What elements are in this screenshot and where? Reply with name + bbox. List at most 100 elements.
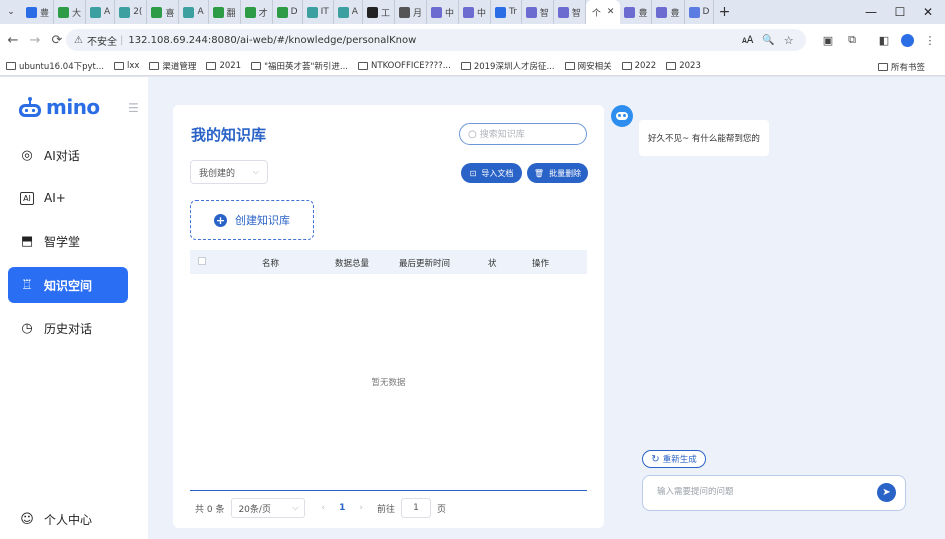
window-minimize-button[interactable]: — bbox=[855, 0, 887, 24]
tab-close-icon[interactable]: ✕ bbox=[607, 7, 615, 17]
security-label[interactable]: 不安全 bbox=[87, 33, 117, 48]
zoom-icon[interactable]: 🔍 bbox=[762, 35, 774, 46]
bookmark-item[interactable]: NTKOOFFICE????... bbox=[358, 61, 451, 71]
current-page[interactable]: 1 bbox=[339, 503, 345, 513]
collapse-sidebar-icon[interactable]: ☰ bbox=[128, 101, 139, 115]
tab-9[interactable]: IT bbox=[303, 0, 334, 24]
tab-label: A bbox=[197, 7, 204, 17]
sidebar-item-history[interactable]: ◷ 历史对话 bbox=[8, 310, 128, 346]
batch-delete-button[interactable]: 🗑 批量删除 bbox=[527, 163, 588, 183]
tab-15[interactable]: Tr bbox=[491, 0, 522, 24]
bookmark-label: 2019深圳人才房征... bbox=[473, 61, 555, 72]
warning-icon[interactable]: ⚠ bbox=[74, 35, 83, 46]
tab-label: 才 bbox=[258, 8, 268, 19]
sidebar-item-academy[interactable]: ⬒ 智学堂 bbox=[8, 223, 128, 259]
chat-input-box: ➤ bbox=[642, 475, 906, 511]
tab-3[interactable]: 2( bbox=[115, 0, 148, 24]
page-size-value: 20条/页 bbox=[238, 504, 271, 515]
tab-10[interactable]: A bbox=[334, 0, 363, 24]
app-logo[interactable]: mino bbox=[17, 95, 100, 119]
prev-page-icon[interactable]: ‹ bbox=[321, 503, 325, 513]
tab-8[interactable]: D bbox=[273, 0, 303, 24]
tab-label: A bbox=[351, 7, 358, 17]
page-unit-label: 页 bbox=[436, 504, 446, 515]
search-input[interactable] bbox=[479, 129, 570, 139]
sidebar-item-knowledge-space[interactable]: ♖ 知识空间 bbox=[8, 267, 128, 303]
bookmark-label: lxx bbox=[126, 60, 140, 71]
total-count: 共 0 条 bbox=[195, 504, 225, 515]
chat-input[interactable] bbox=[657, 486, 857, 496]
profile-avatar-icon[interactable] bbox=[897, 24, 917, 56]
next-page-icon[interactable]: › bbox=[359, 503, 363, 513]
bookmark-item[interactable]: 网安相关 bbox=[564, 60, 612, 72]
sidebar-item-ai-chat[interactable]: ◎ AI对话 bbox=[8, 137, 128, 173]
reload-icon[interactable]: ⟳ bbox=[48, 33, 66, 48]
tab-after-1[interactable]: 豊 bbox=[652, 0, 685, 24]
extensions-puzzle-icon[interactable]: ⧉ bbox=[842, 24, 862, 56]
tab-active[interactable]: 个 ✕ bbox=[585, 0, 621, 24]
tab-17[interactable]: 智 bbox=[554, 0, 586, 24]
extension-icon[interactable]: ▣ bbox=[818, 24, 838, 56]
tab-13[interactable]: 中 bbox=[427, 0, 459, 24]
select-all-checkbox[interactable] bbox=[198, 257, 206, 265]
forward-icon[interactable]: → bbox=[26, 33, 44, 48]
tab-16[interactable]: 智 bbox=[522, 0, 554, 24]
regenerate-button[interactable]: ↻ 重新生成 bbox=[642, 450, 706, 468]
tab-after-2[interactable]: D bbox=[685, 0, 715, 24]
tab-14[interactable]: 中 bbox=[459, 0, 491, 24]
sidebar-item-ai-plus[interactable]: AI AI+ bbox=[8, 180, 128, 216]
tab-favicon-icon bbox=[557, 6, 569, 18]
bookmark-item[interactable]: 2019深圳人才房征... bbox=[460, 60, 555, 72]
tab-label: IT bbox=[320, 7, 329, 17]
tab-after-0[interactable]: 豊 bbox=[620, 0, 653, 24]
bookmark-item[interactable]: 2022 bbox=[621, 60, 657, 71]
column-header-total: 数据总量 bbox=[335, 259, 370, 269]
folder-icon bbox=[878, 63, 888, 71]
tab-11[interactable]: 工 bbox=[363, 0, 395, 24]
tab-favicon-icon bbox=[688, 6, 700, 18]
user-center-label: 个人中心 bbox=[44, 513, 93, 527]
user-center[interactable]: ☺ 个人中心 bbox=[20, 511, 92, 528]
tab-4[interactable]: 喜 bbox=[147, 0, 180, 24]
tab-1[interactable]: 大 bbox=[54, 0, 87, 24]
bookmark-label: 2022 bbox=[634, 60, 657, 71]
column-header-updated: 最后更新时间 bbox=[399, 259, 451, 269]
knowledge-search[interactable]: ○ bbox=[459, 123, 587, 145]
tab-7[interactable]: 才 bbox=[241, 0, 273, 24]
browser-menu-icon[interactable]: ⋮ bbox=[920, 24, 940, 56]
send-icon[interactable]: ➤ bbox=[877, 483, 896, 502]
back-icon[interactable]: ← bbox=[4, 33, 22, 48]
filter-select[interactable]: 我创建的 ⌵ bbox=[190, 160, 268, 184]
folder-icon bbox=[460, 61, 471, 70]
bookmark-item[interactable]: 2023 bbox=[666, 61, 701, 71]
batch-delete-label: 批量删除 bbox=[549, 168, 582, 178]
tab-search-button[interactable]: ⌄ bbox=[0, 0, 22, 24]
tab-2[interactable]: A bbox=[86, 0, 116, 24]
page-size-select[interactable]: 20条/页 ⌵ bbox=[231, 498, 306, 518]
url-text[interactable]: 132.108.69.244:8080/ai-web/#/knowledge/p… bbox=[128, 35, 416, 46]
goto-page-input[interactable]: 1 bbox=[400, 498, 431, 518]
tab-favicon-icon bbox=[276, 6, 288, 18]
tab-6[interactable]: 翻 bbox=[209, 0, 241, 24]
create-knowledge-button[interactable]: + 创建知识库 bbox=[190, 200, 314, 240]
tab-5[interactable]: A bbox=[179, 0, 209, 24]
tab-label: 豊 bbox=[638, 8, 648, 19]
new-tab-button[interactable]: + bbox=[714, 4, 734, 20]
import-document-button[interactable]: ⊡ 导入文档 bbox=[461, 163, 522, 183]
all-bookmarks[interactable]: 所有书签 bbox=[878, 61, 925, 73]
bookmark-item[interactable]: "福田英才荟"新引进... bbox=[251, 60, 348, 72]
bookmark-item[interactable]: lxx bbox=[113, 60, 140, 71]
bookmark-item[interactable]: 2021 bbox=[206, 61, 241, 71]
tab-active-label: 个 bbox=[591, 8, 601, 19]
translate-icon[interactable]: 🗚 bbox=[742, 35, 753, 46]
trash-icon: 🗑 bbox=[533, 168, 545, 178]
tab-0[interactable]: 豊 bbox=[22, 0, 55, 24]
bookmark-star-icon[interactable]: ☆ bbox=[784, 34, 794, 47]
window-close-button[interactable]: ✕ bbox=[912, 0, 944, 24]
bookmark-item[interactable]: ubuntu16.04下pyt... bbox=[6, 60, 104, 72]
side-panel-icon[interactable]: ◧ bbox=[874, 24, 894, 56]
address-bar[interactable]: ⚠ 不安全 | 132.108.69.244:8080/ai-web/#/kno… bbox=[66, 29, 806, 51]
tab-12[interactable]: 月 bbox=[395, 0, 427, 24]
bookmark-item[interactable]: 渠道管理 bbox=[149, 60, 196, 72]
app-page: mino ☰ ◎ AI对话 AI AI+ ⬒ 智学堂 ♖ 知识空间 ◷ 历史对话… bbox=[0, 77, 945, 539]
